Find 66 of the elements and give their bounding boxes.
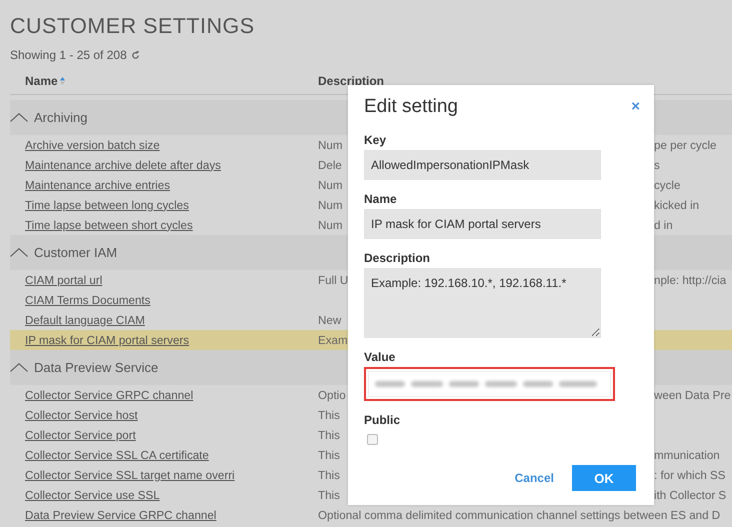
setting-link[interactable]: Maintenance archive entries bbox=[25, 178, 170, 192]
field-label: Key bbox=[364, 133, 388, 147]
group-label: Archiving bbox=[34, 110, 88, 125]
field-label: Public bbox=[364, 413, 402, 427]
description-cell: mmunication bbox=[654, 448, 720, 462]
description-cell: kicked in bbox=[654, 198, 700, 212]
public-checkbox[interactable] bbox=[367, 434, 378, 445]
page-title: CUSTOMER SETTINGS bbox=[10, 13, 255, 40]
group-label: Data Preview Service bbox=[34, 360, 158, 375]
setting-link[interactable]: Time lapse between long cycles bbox=[25, 198, 189, 212]
description-cell: This bbox=[318, 428, 340, 442]
description-cell: Num bbox=[318, 138, 342, 152]
setting-link[interactable]: Collector Service SSL CA certificate bbox=[25, 448, 209, 462]
ok-button[interactable]: OK bbox=[572, 465, 636, 491]
description-cell: New bbox=[318, 314, 342, 326]
description-cell: pe per cycle bbox=[654, 138, 717, 152]
column-header[interactable]: Name bbox=[25, 74, 65, 88]
description-cell: s bbox=[654, 158, 660, 172]
description-cell: Full U bbox=[318, 274, 348, 286]
text-field[interactable]: IP mask for CIAM portal servers bbox=[364, 209, 601, 239]
setting-link[interactable]: Time lapse between short cycles bbox=[25, 218, 193, 232]
description-cell: ween Data Pre bbox=[654, 388, 731, 402]
close-button[interactable]: × bbox=[631, 100, 640, 114]
setting-link[interactable]: Maintenance archive delete after days bbox=[25, 158, 221, 172]
setting-link[interactable]: Collector Service use SSL bbox=[25, 488, 160, 502]
description-cell: Num bbox=[318, 178, 342, 192]
setting-link[interactable]: Archive version batch size bbox=[25, 138, 160, 152]
refresh-icon[interactable] bbox=[130, 50, 140, 60]
group-label: Customer IAM bbox=[34, 245, 118, 260]
setting-link[interactable]: CIAM portal url bbox=[25, 274, 102, 286]
field-label: Name bbox=[364, 192, 398, 206]
description-cell: This bbox=[318, 468, 340, 482]
description-cell: Exam bbox=[318, 334, 348, 346]
collapse-chevron-icon[interactable] bbox=[10, 363, 28, 372]
text-field[interactable]: AllowedImpersonationIPMask bbox=[364, 150, 601, 180]
collapse-chevron-icon[interactable] bbox=[10, 248, 28, 257]
result-count: Showing 1 - 25 of 208 bbox=[10, 48, 127, 62]
cancel-button[interactable]: Cancel bbox=[514, 467, 554, 489]
description-cell: This bbox=[318, 488, 340, 502]
setting-link[interactable]: Default language CIAM bbox=[25, 314, 145, 326]
sort-ascending-icon bbox=[60, 77, 65, 85]
field-label: Value bbox=[364, 350, 396, 364]
description-textarea[interactable]: Example: 192.168.10.*, 192.168.11.* bbox=[364, 268, 601, 338]
description-cell: Num bbox=[318, 198, 342, 212]
description-cell: Optio bbox=[318, 388, 346, 402]
description-cell: Dele bbox=[318, 158, 342, 172]
dialog-title: Edit setting bbox=[364, 96, 458, 118]
setting-link[interactable]: Collector Service GRPC channel bbox=[25, 388, 194, 402]
description-cell: : for which SS bbox=[654, 468, 726, 482]
setting-link[interactable]: CIAM Terms Documents bbox=[25, 294, 150, 306]
column-header[interactable]: Description bbox=[318, 74, 384, 88]
description-cell: Num bbox=[318, 218, 342, 232]
description-cell: cycle bbox=[654, 178, 680, 192]
collapse-chevron-icon[interactable] bbox=[10, 113, 28, 122]
setting-link[interactable]: Collector Service SSL target name overri bbox=[25, 468, 235, 482]
field-label: Description bbox=[364, 251, 432, 265]
description-cell: nple: http://cia bbox=[654, 274, 726, 286]
description-cell: Optional comma delimited communication channel settings between ES and D bbox=[318, 508, 720, 522]
setting-link[interactable]: IP mask for CIAM portal servers bbox=[25, 334, 190, 346]
setting-link[interactable]: Collector Service port bbox=[25, 428, 136, 442]
description-cell: This bbox=[318, 408, 340, 422]
description-cell: d in bbox=[654, 218, 673, 232]
setting-link[interactable]: Data Preview Service GRPC channel bbox=[25, 508, 216, 522]
description-cell: This bbox=[318, 448, 340, 462]
setting-link[interactable]: Collector Service host bbox=[25, 408, 138, 422]
description-cell: ith Collector S bbox=[654, 488, 726, 502]
